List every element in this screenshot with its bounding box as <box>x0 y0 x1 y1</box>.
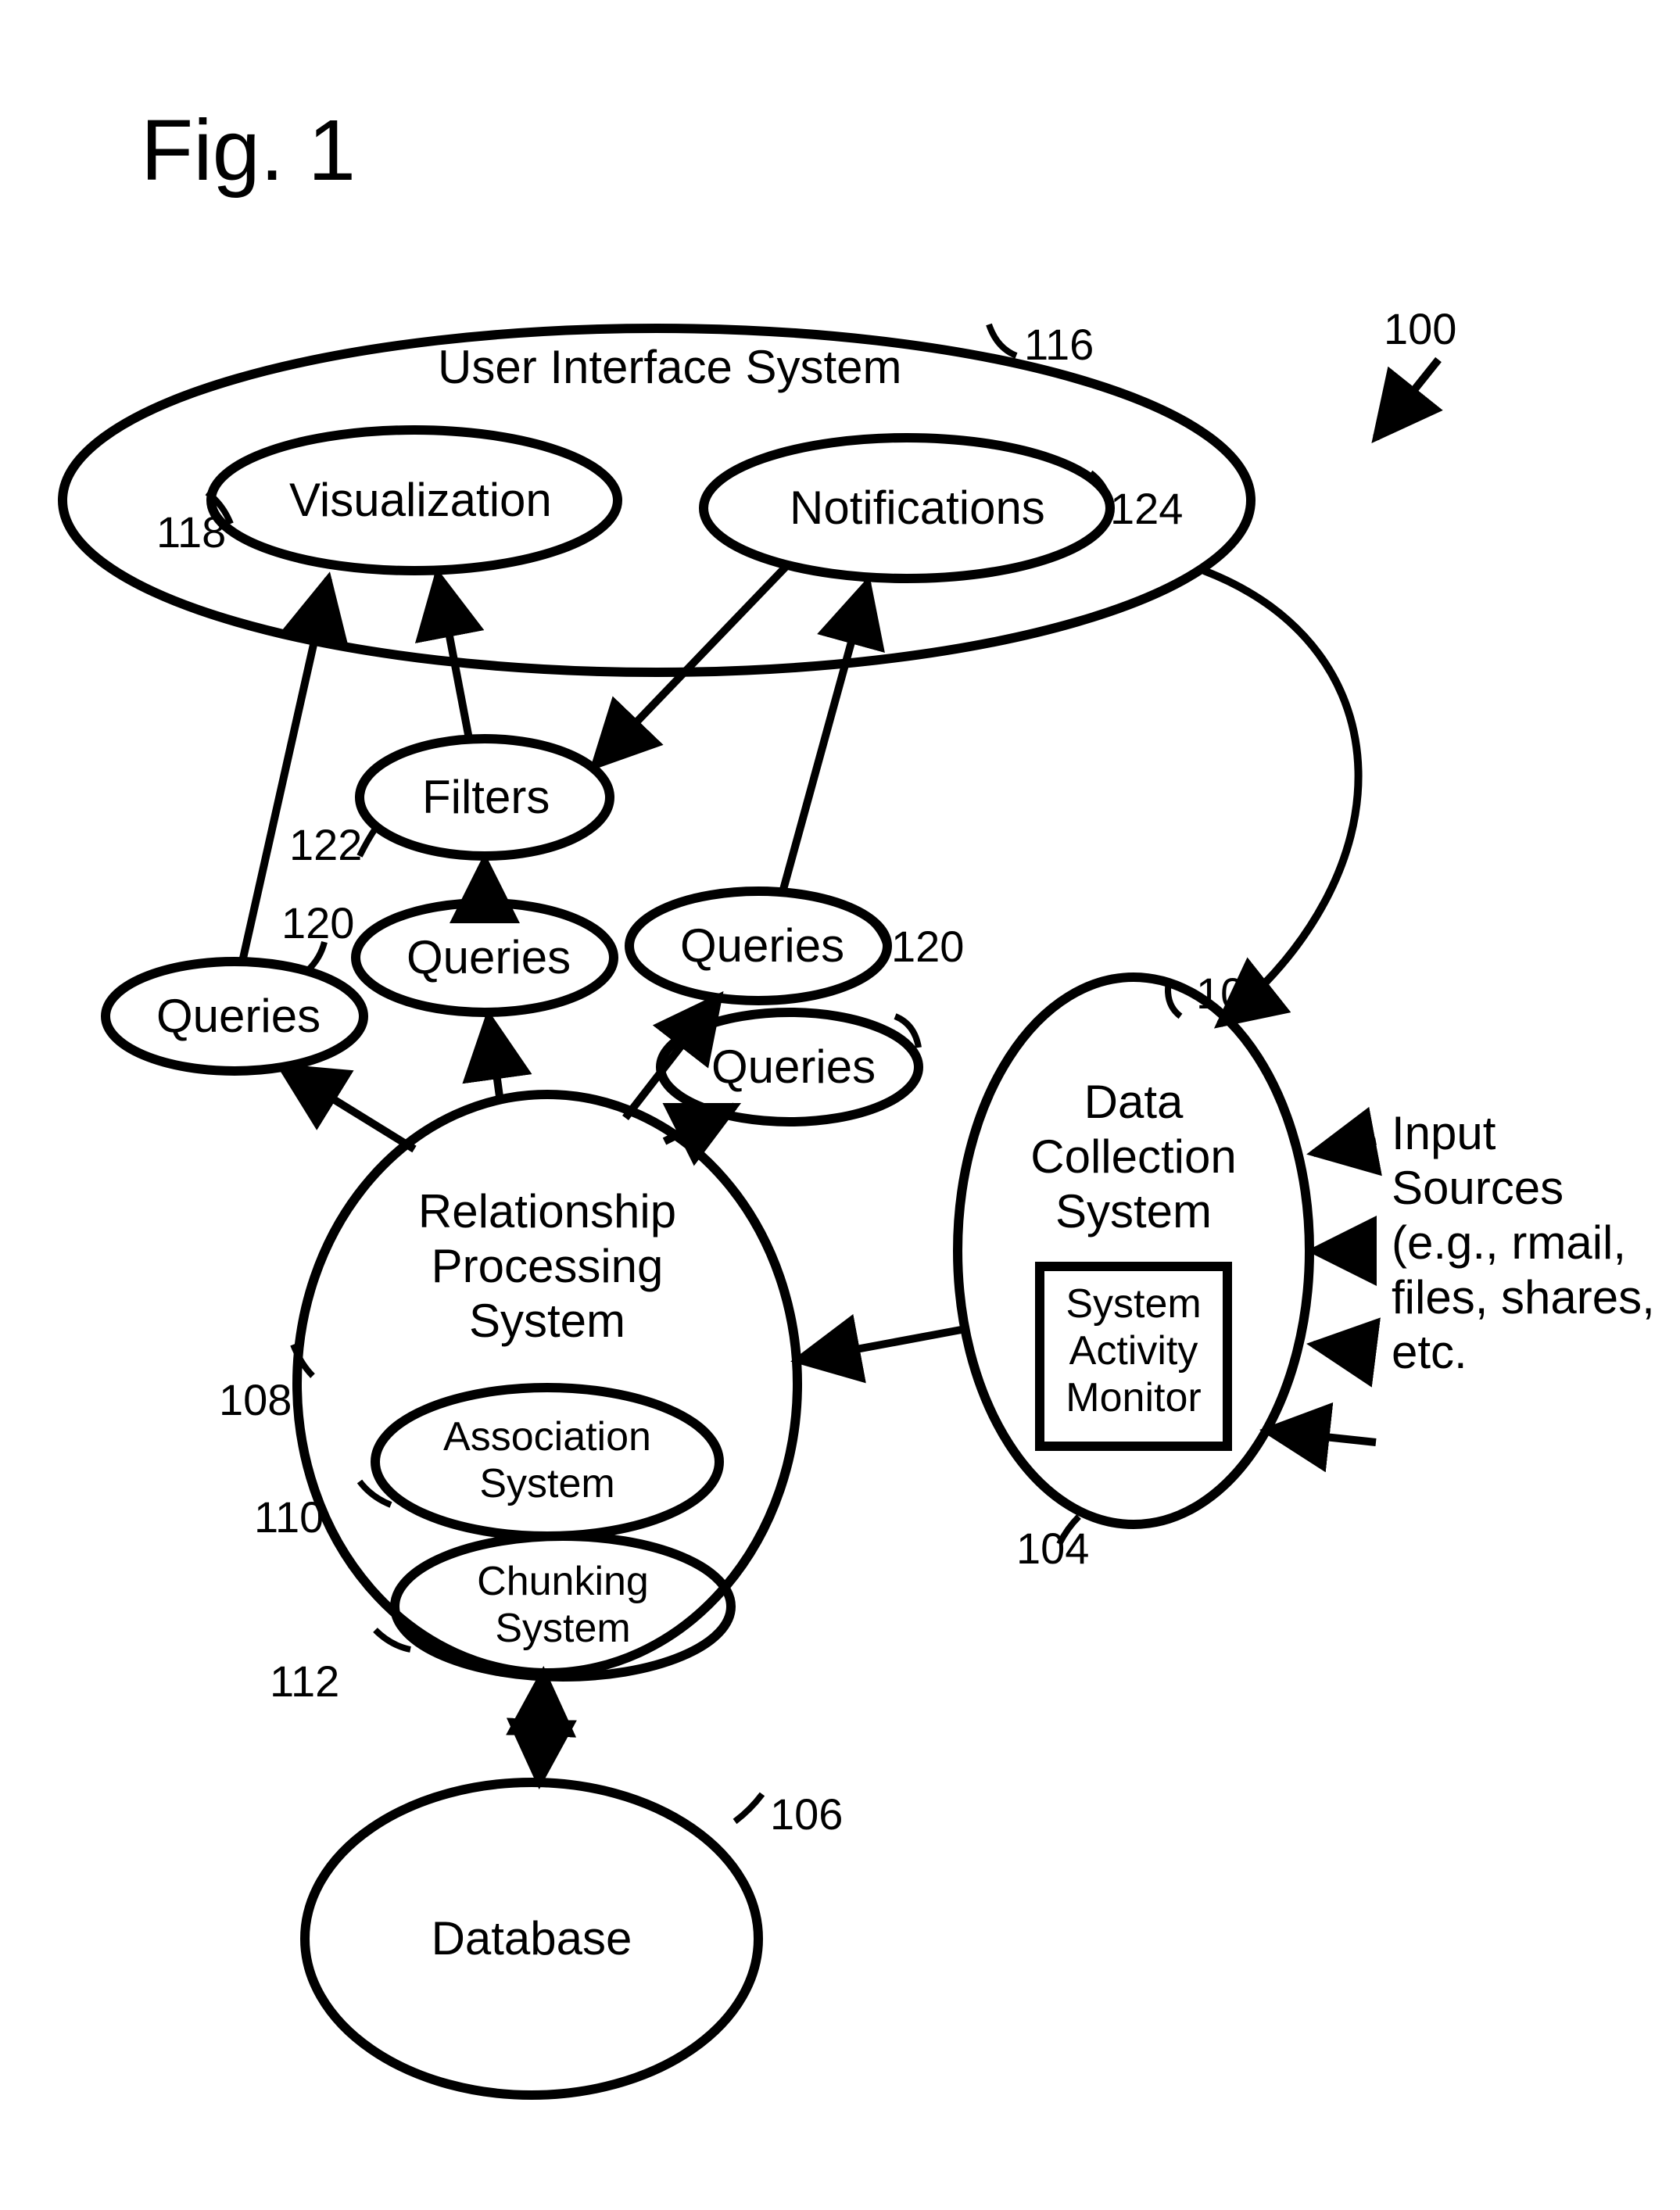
chunking-ref: 112 <box>270 1657 339 1706</box>
overall-ref-arrow <box>1376 360 1438 438</box>
edge-dcs-to-rps <box>797 1329 965 1360</box>
rps-label-1: Relationship <box>418 1185 676 1238</box>
sam-label-2: Activity <box>1069 1328 1198 1374</box>
edge-rps-to-queries-b <box>489 1016 500 1102</box>
rps-label-2: Processing <box>432 1240 664 1292</box>
sam-label-3: Monitor <box>1066 1375 1201 1420</box>
edge-notifications-to-filters <box>594 563 790 766</box>
notifications-ref: 124 <box>1110 484 1183 533</box>
dcs-label-2: Collection <box>1030 1130 1236 1183</box>
association-label-1: Association <box>443 1414 651 1460</box>
chunking-label-2: System <box>495 1606 630 1651</box>
database-ref: 106 <box>770 1789 843 1839</box>
database-ref-tick <box>735 1794 762 1821</box>
rps-label-3: System <box>469 1295 625 1347</box>
queries-c-label: Queries <box>680 919 844 972</box>
dcs-label-1: Data <box>1084 1076 1184 1128</box>
queries-b-label: Queries <box>407 931 571 983</box>
notifications-label: Notifications <box>790 482 1045 534</box>
database-label: Database <box>432 1912 632 1965</box>
diagram-canvas: Fig. 1 100 User Interface System 116 Vis… <box>0 0 1680 2210</box>
edge-queries-c-to-notifications <box>782 582 868 895</box>
ui-system-ref-tick <box>989 324 1016 356</box>
figure-title: Fig. 1 <box>141 102 356 199</box>
edge-input-1 <box>1313 1141 1376 1153</box>
input-sources-3: (e.g., rmail, <box>1392 1216 1626 1269</box>
input-sources-2: Sources <box>1392 1162 1564 1214</box>
dcs-label-3: System <box>1055 1185 1212 1238</box>
edge-input-4 <box>1266 1431 1376 1442</box>
overall-ref: 100 <box>1384 304 1456 353</box>
edge-rps-database <box>539 1673 543 1782</box>
queries-c-ref: 120 <box>891 922 964 971</box>
visualization-ref: 118 <box>156 507 226 557</box>
edge-rps-to-queries-d <box>664 1106 735 1141</box>
queries-a-ref: 120 <box>281 898 354 947</box>
association-ref: 110 <box>254 1492 324 1542</box>
edge-ui-to-dcs <box>1204 571 1359 1024</box>
queries-c-ref-tick <box>868 919 887 950</box>
association-label-2: System <box>479 1461 614 1506</box>
sam-ref: 104 <box>1016 1524 1089 1573</box>
chunking-label-1: Chunking <box>477 1559 649 1604</box>
sam-label-1: System <box>1066 1281 1201 1327</box>
queries-d-label: Queries <box>711 1041 876 1093</box>
ui-system-label: User Interface System <box>438 341 902 393</box>
edge-rps-to-queries-c <box>625 997 719 1118</box>
input-sources-5: etc. <box>1392 1326 1467 1378</box>
visualization-label: Visualization <box>289 474 552 526</box>
queries-a-label: Queries <box>156 990 321 1042</box>
filters-ref: 122 <box>289 820 362 869</box>
edge-input-3 <box>1313 1345 1376 1352</box>
filters-label: Filters <box>422 771 550 823</box>
ui-system-ref: 116 <box>1024 320 1094 369</box>
input-sources-4: files, shares, <box>1392 1271 1655 1323</box>
input-sources-1: Input <box>1392 1107 1496 1159</box>
edge-rps-to-queries-a <box>281 1067 414 1149</box>
rps-ref: 108 <box>219 1375 292 1424</box>
